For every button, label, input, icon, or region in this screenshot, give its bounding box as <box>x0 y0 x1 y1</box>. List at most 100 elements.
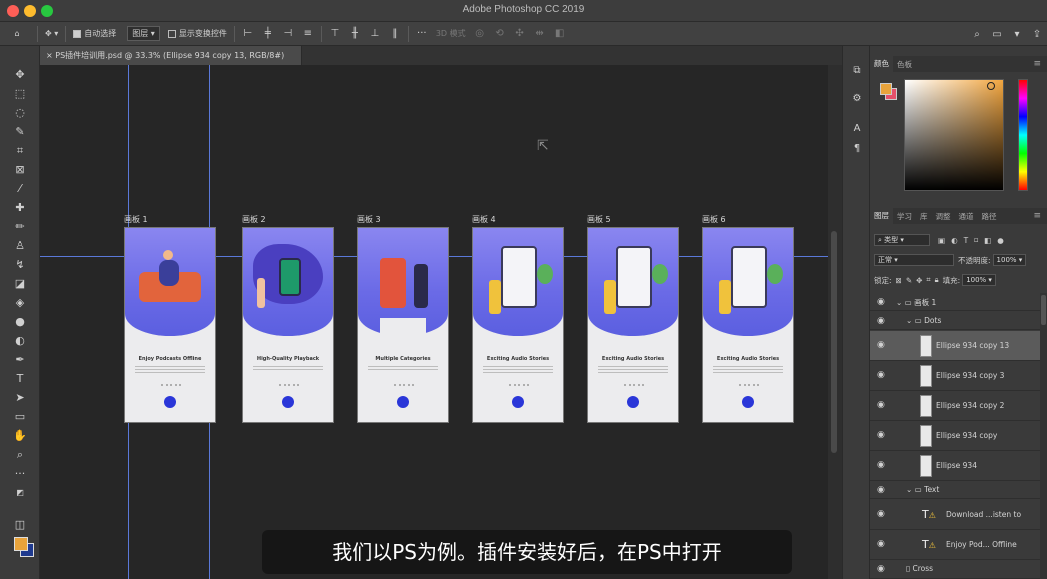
filter-shape-icon[interactable]: ⌑ <box>974 236 978 245</box>
filter-type-icon[interactable]: T <box>964 236 969 245</box>
artboard-label[interactable]: 画板 4 <box>472 214 496 225</box>
brush-tool-icon[interactable]: ✏ <box>13 220 27 234</box>
blur-tool-icon[interactable]: ● <box>13 315 27 329</box>
zoom-tool-icon[interactable]: ⌕ <box>13 448 27 462</box>
text-layer-row[interactable]: ◉ T⚠ Enjoy Pod... Offline <box>870 530 1040 560</box>
artboard-label[interactable]: 画板 6 <box>702 214 726 225</box>
tab-paths[interactable]: 路径 <box>978 211 1001 222</box>
layer-row[interactable]: ◉ Ellipse 934 copy 2 <box>870 391 1040 421</box>
move-tool-icon[interactable]: ✥ <box>13 68 27 82</box>
history-brush-tool-icon[interactable]: ↯ <box>13 258 27 272</box>
home-icon[interactable]: ⌂ <box>0 22 34 46</box>
visibility-eye-icon[interactable]: ◉ <box>877 539 885 549</box>
healing-brush-tool-icon[interactable]: ✚ <box>13 201 27 215</box>
quick-mask-icon[interactable]: ◫ <box>13 518 27 532</box>
move-tool-preset[interactable]: ✥ ▾ <box>41 22 62 46</box>
history-panel-icon[interactable]: ⧉ <box>850 64 864 78</box>
layer-group-artboard[interactable]: ◉ ⌄ ▭ 画板 1 <box>870 293 1040 311</box>
filter-toggle-icon[interactable]: ● <box>997 236 1004 245</box>
scrollbar-thumb[interactable] <box>831 231 837 453</box>
tab-adjustments[interactable]: 调整 <box>932 211 955 222</box>
hand-tool-icon[interactable]: ✋ <box>13 429 27 443</box>
share-icon[interactable]: ⇪ <box>1030 27 1044 41</box>
align-top-icon[interactable]: ⊤ <box>328 27 342 41</box>
layer-row[interactable]: ◉ Ellipse 934 copy 3 <box>870 361 1040 391</box>
opacity-input[interactable]: 100% ▾ <box>992 254 1027 266</box>
document-tab[interactable]: × PS插件培训用.psd @ 33.3% (Ellipse 934 copy … <box>40 46 302 65</box>
stamp-tool-icon[interactable]: ♙ <box>13 239 27 253</box>
artboard-label[interactable]: 画板 1 <box>124 214 148 225</box>
visibility-eye-icon[interactable]: ◉ <box>877 370 885 380</box>
pen-tool-icon[interactable]: ✒ <box>13 353 27 367</box>
color-picker-field[interactable] <box>904 79 1004 191</box>
distribute-vertical-icon[interactable]: ‖ <box>388 27 402 41</box>
artboard[interactable]: High-Quality Playback <box>242 227 334 423</box>
visibility-eye-icon[interactable]: ◉ <box>877 460 885 470</box>
auto-select-checkbox[interactable]: 自动选择 <box>69 22 120 46</box>
artboard[interactable]: Exciting Audio Stories <box>702 227 794 423</box>
blend-mode-dropdown[interactable]: 正常 ▾ <box>874 254 954 266</box>
artboard[interactable]: Enjoy Podcasts Offline <box>124 227 216 423</box>
layer-row[interactable]: ◉ ▯ Cross <box>870 560 1040 579</box>
lock-transparent-icon[interactable]: ⊠ <box>896 276 902 285</box>
fill-input[interactable]: 100% ▾ <box>962 274 996 286</box>
quick-select-tool-icon[interactable]: ✎ <box>13 125 27 139</box>
artboard[interactable]: Multiple Categories <box>357 227 449 423</box>
eyedropper-tool-icon[interactable]: ⁄ <box>13 182 27 196</box>
lock-all-icon[interactable]: 🔒︎ <box>935 275 939 285</box>
frame-tool-icon[interactable]: ⊠ <box>13 163 27 177</box>
align-vcenter-icon[interactable]: ╫ <box>348 27 362 41</box>
marquee-tool-icon[interactable]: ⬚ <box>13 87 27 101</box>
more-options-icon[interactable]: ··· <box>415 27 429 41</box>
visibility-eye-icon[interactable]: ◉ <box>877 297 885 307</box>
eraser-tool-icon[interactable]: ◪ <box>13 277 27 291</box>
tab-libraries[interactable]: 库 <box>916 211 932 222</box>
tab-learn[interactable]: 学习 <box>893 211 916 222</box>
rectangle-tool-icon[interactable]: ▭ <box>13 410 27 424</box>
crop-tool-icon[interactable]: ⌗ <box>13 144 27 158</box>
character-panel-icon[interactable]: A <box>850 122 864 136</box>
visibility-eye-icon[interactable]: ◉ <box>877 400 885 410</box>
paint-bucket-tool-icon[interactable]: ◈ <box>13 296 27 310</box>
layer-filter-dropdown[interactable]: ⌕ 类型 ▾ <box>874 234 930 246</box>
paragraph-panel-icon[interactable]: ¶ <box>850 142 864 156</box>
show-transform-checkbox[interactable]: 显示变换控件 <box>164 22 231 46</box>
align-bottom-icon[interactable]: ⊥ <box>368 27 382 41</box>
lock-paint-icon[interactable]: ✎ <box>906 276 912 285</box>
canvas[interactable]: ⇱ 画板 1 Enjoy Podcasts Offline 画板 2 High-… <box>40 65 828 579</box>
visibility-eye-icon[interactable]: ◉ <box>877 430 885 440</box>
search-icon[interactable]: ⌕ <box>970 27 984 41</box>
workspace-icon[interactable]: ▭ <box>990 27 1004 41</box>
visibility-eye-icon[interactable]: ◉ <box>877 564 885 574</box>
panel-menu-icon[interactable]: ≡ <box>1033 59 1047 69</box>
artboard[interactable]: Exciting Audio Stories <box>472 227 564 423</box>
layer-row[interactable]: ◉ Ellipse 934 <box>870 451 1040 481</box>
artboard-label[interactable]: 画板 5 <box>587 214 611 225</box>
scrollbar-thumb[interactable] <box>1041 295 1046 325</box>
layer-row[interactable]: ◉ Ellipse 934 copy <box>870 421 1040 451</box>
layer-group-dots[interactable]: ◉ ⌄ ▭ Dots <box>870 312 1040 330</box>
properties-panel-icon[interactable]: ⚙ <box>850 92 864 106</box>
tab-channels[interactable]: 通道 <box>955 211 978 222</box>
tab-swatches[interactable]: 色板 <box>893 59 916 70</box>
foreground-color-swatch[interactable] <box>14 537 28 551</box>
distribute-icon[interactable]: ≡ <box>301 27 315 41</box>
visibility-eye-icon[interactable]: ◉ <box>877 316 885 326</box>
panel-menu-icon[interactable]: ≡ <box>1033 211 1047 221</box>
layers-scrollbar[interactable] <box>1040 293 1047 579</box>
text-layer-row[interactable]: ◉ T⚠ Download ...isten to <box>870 500 1040 530</box>
artboard-label[interactable]: 画板 3 <box>357 214 381 225</box>
artboard[interactable]: Exciting Audio Stories <box>587 227 679 423</box>
lock-artboard-icon[interactable]: ⌗ <box>926 275 930 285</box>
layer-group-text[interactable]: ◉ ⌄ ▭ Text <box>870 481 1040 499</box>
visibility-eye-icon[interactable]: ◉ <box>877 485 885 495</box>
filter-pixel-icon[interactable]: ▣ <box>938 236 945 245</box>
default-colors-icon[interactable]: ◩ <box>13 486 27 500</box>
close-tab-icon[interactable]: × <box>46 51 53 60</box>
path-select-tool-icon[interactable]: ➤ <box>13 391 27 405</box>
dodge-tool-icon[interactable]: ◐ <box>13 334 27 348</box>
hue-slider[interactable] <box>1018 79 1028 191</box>
visibility-eye-icon[interactable]: ◉ <box>877 509 885 519</box>
tab-color[interactable]: 颜色 <box>870 56 893 72</box>
layer-row[interactable]: ◉ Ellipse 934 copy 13 <box>870 331 1040 361</box>
